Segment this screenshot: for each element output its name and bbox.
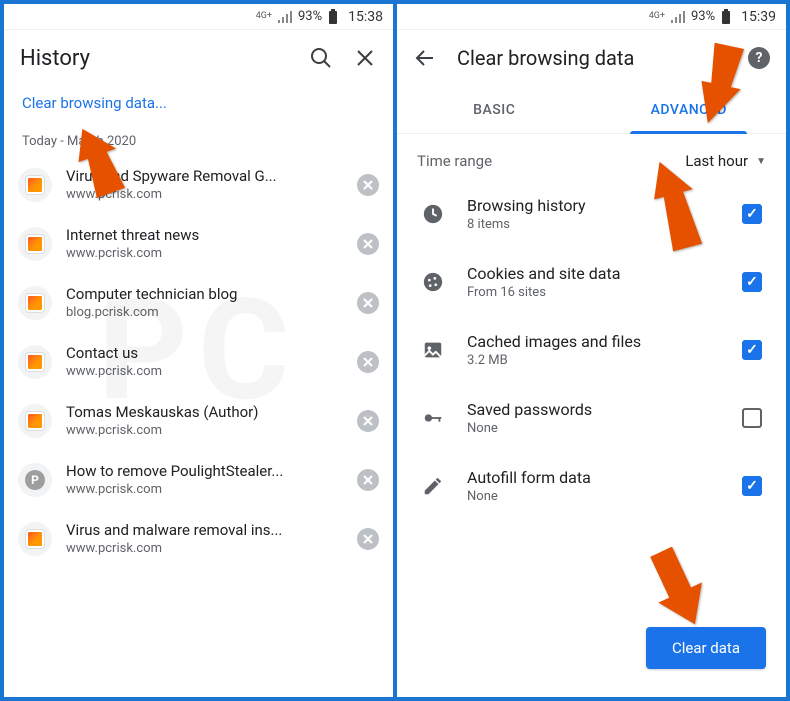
history-item-domain: www.pcrisk.com — [66, 423, 343, 438]
history-item-title: Computer technician blog — [66, 285, 343, 303]
page-title: Clear browsing data — [457, 46, 728, 70]
time-range-value: Last hour — [685, 152, 748, 170]
status-bar: 4G+ 93% 15:39 — [397, 4, 786, 30]
tab-advanced[interactable]: ADVANCED — [592, 86, 787, 133]
clear-data-button[interactable]: Clear data — [646, 627, 766, 669]
history-item-domain: www.pcrisk.com — [66, 187, 343, 202]
battery-icon — [328, 9, 338, 25]
clock-icon — [421, 202, 445, 226]
clear-option-row[interactable]: Cookies and site data From 16 sites — [401, 248, 782, 316]
clear-data-screen: 4G+ 93% 15:39 Clear browsing data ? BASI… — [397, 4, 786, 697]
signal-icon — [278, 11, 292, 23]
option-title: Cached images and files — [467, 332, 720, 351]
clear-option-row[interactable]: Browsing history 8 items — [401, 180, 782, 248]
favicon: P — [18, 463, 52, 497]
clear-option-row[interactable]: Saved passwords None — [401, 384, 782, 452]
clear-options-list: Browsing history 8 items Cookies and site … — [397, 180, 786, 520]
history-item[interactable]: Contact us www.pcrisk.com — [4, 332, 393, 391]
close-icon[interactable] — [353, 46, 377, 70]
favicon — [18, 227, 52, 261]
history-item[interactable]: Virus and Spyware Removal G... www.pcrisk… — [4, 155, 393, 214]
help-icon[interactable]: ? — [748, 47, 770, 69]
history-item[interactable]: P How to remove PoulightStealer... www.pcr… — [4, 450, 393, 509]
back-icon[interactable] — [413, 46, 437, 70]
history-item-title: How to remove PoulightStealer... — [66, 462, 343, 480]
history-list: Virus and Spyware Removal G... www.pcrisk… — [4, 155, 393, 697]
favicon — [18, 522, 52, 556]
history-item-title: Internet threat news — [66, 226, 343, 244]
history-item-title: Virus and malware removal ins... — [66, 521, 343, 539]
battery-icon — [721, 9, 731, 25]
cookie-icon — [421, 270, 445, 294]
clock: 15:39 — [741, 9, 776, 25]
favicon — [18, 168, 52, 202]
history-item[interactable]: Computer technician blog blog.pcrisk.com — [4, 273, 393, 332]
history-item[interactable]: Tomas Meskauskas (Author) www.pcrisk.com — [4, 391, 393, 450]
arrow-annotation — [636, 543, 716, 637]
option-title: Saved passwords — [467, 400, 720, 419]
tab-basic[interactable]: BASIC — [397, 86, 592, 133]
delete-item-icon[interactable] — [357, 174, 379, 196]
history-item-title: Tomas Meskauskas (Author) — [66, 403, 343, 421]
option-subtitle: 3.2 MB — [467, 353, 720, 368]
clear-browsing-data-link[interactable]: Clear browsing data... — [4, 86, 393, 124]
tabs: BASIC ADVANCED — [397, 86, 786, 134]
battery-percent: 93% — [298, 9, 322, 24]
network-indicator: 4G+ — [649, 12, 665, 21]
history-item-domain: blog.pcrisk.com — [66, 305, 343, 320]
history-item-domain: www.pcrisk.com — [66, 246, 343, 261]
option-subtitle: None — [467, 489, 720, 504]
option-subtitle: None — [467, 421, 720, 436]
appbar: History — [4, 30, 393, 86]
option-checkbox[interactable] — [742, 408, 762, 428]
appbar: Clear browsing data ? — [397, 30, 786, 86]
page-title: History — [20, 46, 289, 71]
favicon — [18, 286, 52, 320]
battery-percent: 93% — [691, 9, 715, 24]
history-item-title: Contact us — [66, 344, 343, 362]
option-title: Cookies and site data — [467, 264, 720, 283]
time-range-selector[interactable]: Time range Last hour ▼ — [397, 134, 786, 180]
delete-item-icon[interactable] — [357, 233, 379, 255]
option-checkbox[interactable] — [742, 272, 762, 292]
history-item[interactable]: Internet threat news www.pcrisk.com — [4, 214, 393, 273]
option-checkbox[interactable] — [742, 204, 762, 224]
history-screen: PC 4G+ 93% 15:38 History Clear browsing … — [4, 4, 393, 697]
delete-item-icon[interactable] — [357, 410, 379, 432]
key-icon — [421, 406, 445, 430]
history-item-domain: www.pcrisk.com — [66, 541, 343, 556]
time-range-label: Time range — [417, 152, 685, 170]
delete-item-icon[interactable] — [357, 528, 379, 550]
delete-item-icon[interactable] — [357, 351, 379, 373]
network-indicator: 4G+ — [256, 12, 272, 21]
clear-option-row[interactable]: Cached images and files 3.2 MB — [401, 316, 782, 384]
option-subtitle: 8 items — [467, 217, 720, 232]
pencil-icon — [421, 474, 445, 498]
favicon — [18, 404, 52, 438]
history-item-domain: www.pcrisk.com — [66, 482, 343, 497]
delete-item-icon[interactable] — [357, 292, 379, 314]
history-item-title: Virus and Spyware Removal G... — [66, 167, 343, 185]
option-checkbox[interactable] — [742, 476, 762, 496]
favicon — [18, 345, 52, 379]
history-item-domain: www.pcrisk.com — [66, 364, 343, 379]
image-icon — [421, 338, 445, 362]
clock: 15:38 — [348, 9, 383, 25]
history-section-label: Today - March 2020 — [4, 124, 393, 155]
option-subtitle: From 16 sites — [467, 285, 720, 300]
clear-option-row[interactable]: Autofill form data None — [401, 452, 782, 520]
delete-item-icon[interactable] — [357, 469, 379, 491]
search-icon[interactable] — [309, 46, 333, 70]
option-title: Browsing history — [467, 196, 720, 215]
signal-icon — [671, 11, 685, 23]
chevron-down-icon: ▼ — [756, 156, 766, 167]
option-checkbox[interactable] — [742, 340, 762, 360]
history-item[interactable]: Virus and malware removal ins... www.pcri… — [4, 509, 393, 568]
status-bar: 4G+ 93% 15:38 — [4, 4, 393, 30]
option-title: Autofill form data — [467, 468, 720, 487]
